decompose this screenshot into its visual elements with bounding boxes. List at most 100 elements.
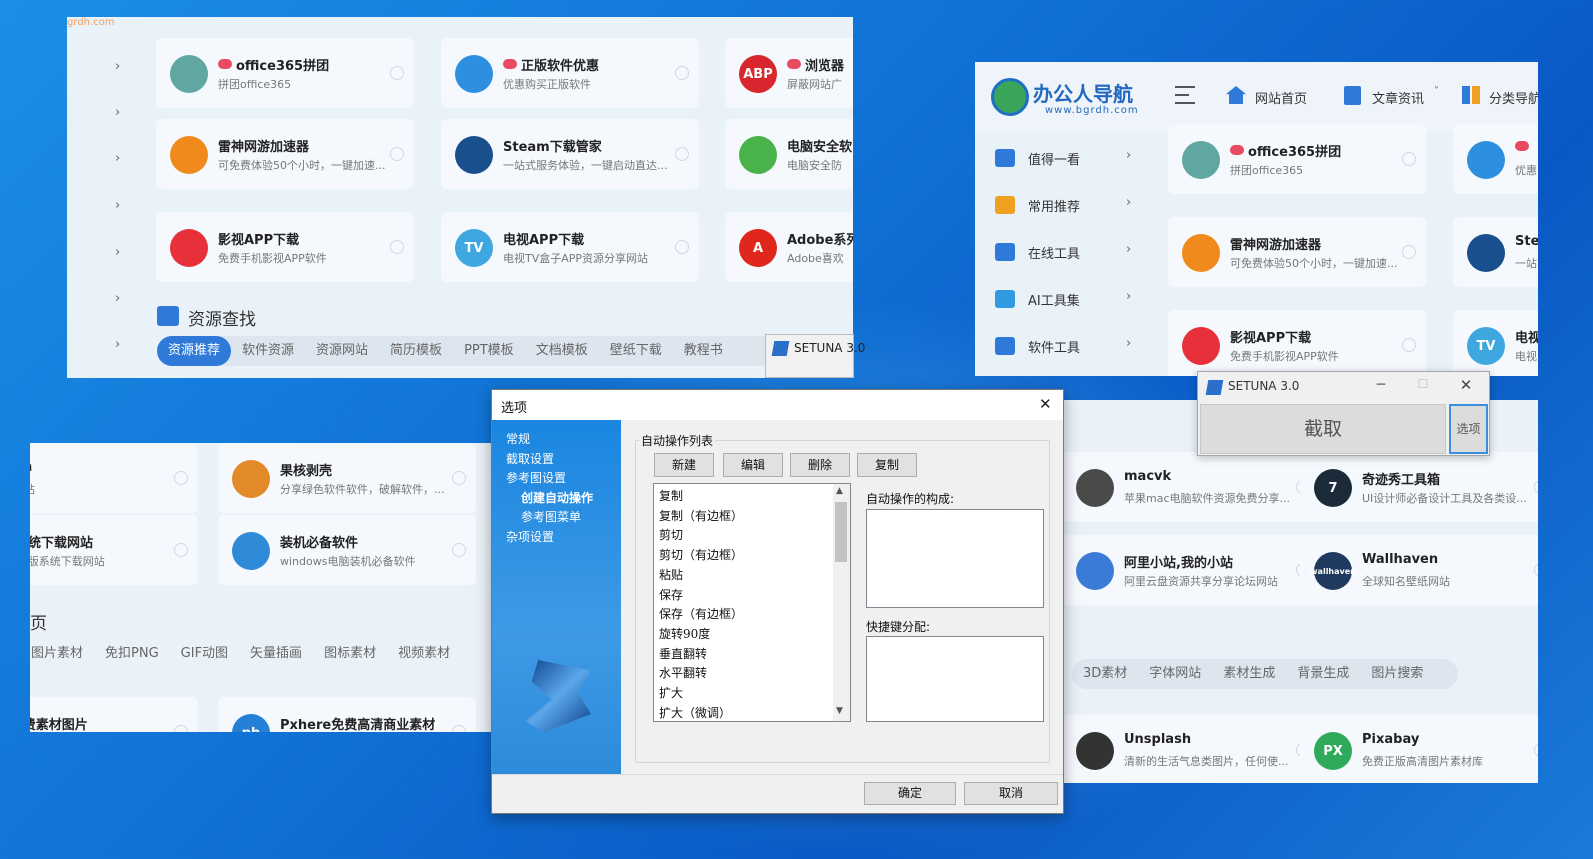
sidebar-item[interactable]: AI工具集 ›	[995, 288, 1135, 312]
site-card[interactable]: ph Pxhere免费高清商业素材	[218, 697, 476, 732]
action-list-item[interactable]: 复制	[659, 487, 683, 504]
nav-link-articles[interactable]: 文章资讯	[1372, 88, 1424, 107]
site-card[interactable]: TV 电视APP下载 电视TV盒子APP资源分享网站	[441, 212, 699, 282]
reference-image-nav-site-4[interactable]: macvk 苹果mac电脑软件资源免费分享... 7 奇迹秀工具箱 UI设计师必…	[1062, 400, 1538, 783]
action-list-item[interactable]: 扩大	[659, 684, 683, 701]
ok-button[interactable]: 确定	[864, 782, 956, 805]
minimize-button[interactable]: ─	[1370, 377, 1392, 397]
arrow-circle-icon[interactable]	[452, 471, 466, 485]
category-tab[interactable]: 视频素材	[387, 639, 461, 669]
site-card[interactable]: Steam下载管家 一站式服务体验，一键启动直达...	[441, 119, 699, 189]
sidebar-item[interactable]: 软件工具 ›	[995, 335, 1135, 359]
category-tab[interactable]: 壁纸下载	[599, 336, 673, 366]
options-nav-item[interactable]: 常规	[506, 430, 530, 447]
category-tab[interactable]: 图标素材	[313, 639, 387, 669]
arrow-circle-icon[interactable]	[452, 543, 466, 557]
action-button[interactable]: 删除	[790, 453, 850, 477]
site-card[interactable]: own 件网站	[30, 443, 198, 513]
shortcut-box[interactable]	[866, 636, 1044, 722]
setuna-main-window[interactable]: SETUNA 3.0 ─ ☐ ✕ 截取 选项	[1197, 371, 1490, 456]
category-tab[interactable]: 资源推荐	[157, 336, 232, 366]
arrow-circle-icon[interactable]	[174, 543, 188, 557]
arrow-circle-icon[interactable]	[1402, 338, 1416, 352]
options-nav-item[interactable]: 杂项设置	[506, 528, 554, 545]
action-list-item[interactable]: 旋转90度	[659, 625, 710, 642]
category-tab[interactable]: 矢量插画	[239, 639, 313, 669]
arrow-circle-icon[interactable]	[1402, 152, 1416, 166]
site-card[interactable]: 版系统下载网站 ws原版系统下载网站	[30, 515, 198, 585]
options-dialog[interactable]: 选项 ✕ 常规 截取设置 参考图设置 创建自动操作 参考图菜单 杂项设置 自动操作列表 新…	[491, 389, 1064, 814]
scrollbar[interactable]: ▲ ▼	[833, 484, 850, 721]
actions-list[interactable]: ▲ ▼ 复制 复制（有边框） 剪切 剪切（有边框） 粘贴 保存 保存（有边框） 旋转90度 垂直…	[653, 483, 851, 722]
action-list-item[interactable]: 保存（有边框）	[659, 605, 743, 622]
site-card[interactable]: 影视APP下载 免费手机影视APP软件	[156, 212, 414, 282]
options-nav-item[interactable]: 参考图菜单	[521, 508, 581, 525]
site-card[interactable]: TV 电视 电视	[1453, 310, 1538, 376]
reference-image-nav-site-1[interactable]: grdh.com › › › › › › › office365拼团 拼团off…	[67, 17, 853, 378]
site-card[interactable]: Unsplash 清新的生活气息类图片，任何使...	[1062, 715, 1320, 783]
site-card[interactable]: 雷神网游加速器 可免费体验50个小时，一键加速...	[156, 119, 414, 189]
site-card[interactable]: wallhaven Wallhaven 全球知名壁纸网站	[1300, 535, 1538, 605]
category-tab[interactable]: 简历模板	[379, 336, 453, 366]
category-tab[interactable]: 资源网站	[305, 336, 379, 366]
cancel-button[interactable]: 取消	[964, 782, 1058, 805]
action-button[interactable]: 编辑	[723, 453, 783, 477]
site-card[interactable]: 电脑安全软 电脑安全防	[725, 119, 853, 189]
scroll-down-icon[interactable]: ▼	[836, 706, 843, 716]
action-button[interactable]: 新建	[654, 453, 714, 477]
site-card[interactable]: 装机必备软件 windows电脑装机必备软件	[218, 515, 476, 585]
arrow-circle-icon[interactable]	[390, 240, 404, 254]
reference-image-nav-site-3[interactable]: own 件网站 果核剥壳 分享绿色软件软件，破解软件，... 版系统下载网站 w…	[30, 443, 492, 732]
reference-image-nav-site-2[interactable]: 办公人导航 www.bgrdh.com 网站首页 文章资讯 ˅ 分类导航 值得一…	[975, 62, 1538, 376]
category-tab[interactable]: 文档模板	[525, 336, 599, 366]
arrow-circle-icon[interactable]	[1534, 743, 1538, 757]
sidebar-item[interactable]: 值得一看 ›	[995, 147, 1135, 171]
options-nav-item[interactable]: 截取设置	[506, 450, 554, 467]
category-tab[interactable]: PPT模板	[453, 336, 525, 366]
action-list-item[interactable]: 垂直翻转	[659, 645, 707, 662]
site-card[interactable]: 影视APP下载 免费手机影视APP软件	[1168, 310, 1426, 376]
arrow-circle-icon[interactable]	[174, 725, 188, 732]
site-card[interactable]: office365拼团 拼团office365	[1168, 124, 1426, 194]
category-tab[interactable]: 图片搜索	[1360, 659, 1434, 689]
site-card[interactable]: 果核剥壳 分享绿色软件软件，破解软件，...	[218, 443, 476, 513]
maximize-button[interactable]: ☐	[1412, 377, 1434, 397]
arrow-circle-icon[interactable]	[1534, 480, 1538, 494]
site-card[interactable]: 正版软件优惠 优惠购买正版软件	[441, 38, 699, 108]
site-card[interactable]: PX Pixabay 免费正版高清图片素材库	[1300, 715, 1538, 783]
site-card[interactable]: 7 奇迹秀工具箱 UI设计师必备设计工具及各类设...	[1300, 452, 1538, 522]
site-card[interactable]: s免费素材图片	[30, 697, 198, 732]
menu-toggle-icon[interactable]	[1175, 86, 1195, 104]
arrow-circle-icon[interactable]	[390, 147, 404, 161]
options-nav-item[interactable]: 创建自动操作	[521, 489, 593, 506]
arrow-circle-icon[interactable]	[1402, 245, 1416, 259]
category-tab[interactable]: 背景生成	[1286, 659, 1360, 689]
category-tab[interactable]: 素材生成	[1212, 659, 1286, 689]
site-card[interactable]: 优惠	[1453, 124, 1538, 194]
action-button[interactable]: 复制	[857, 453, 917, 477]
scroll-thumb[interactable]	[835, 502, 847, 562]
action-list-item[interactable]: 剪切（有边框）	[659, 546, 743, 563]
nav-link-home[interactable]: 网站首页	[1255, 88, 1307, 107]
nav-link-categories[interactable]: 分类导航	[1489, 88, 1538, 107]
category-tab[interactable]: 图片素材	[30, 639, 94, 669]
action-list-item[interactable]: 扩大（微调）	[659, 704, 731, 721]
category-tab[interactable]: 软件资源	[231, 336, 305, 366]
site-card[interactable]: 阿里小站,我的小站 阿里云盘资源共享分享论坛网站	[1062, 535, 1320, 605]
site-card[interactable]: Ste 一站	[1453, 217, 1538, 287]
arrow-circle-icon[interactable]	[675, 147, 689, 161]
scroll-up-icon[interactable]: ▲	[836, 486, 843, 496]
action-list-item[interactable]: 剪切	[659, 526, 683, 543]
site-card[interactable]: ABP 浏览器 屏蔽网站广	[725, 38, 853, 108]
arrow-circle-icon[interactable]	[390, 66, 404, 80]
category-tab[interactable]: 教程书	[673, 336, 734, 366]
action-list-item[interactable]: 保存	[659, 586, 683, 603]
category-tab[interactable]: 字体网站	[1138, 659, 1212, 689]
site-card[interactable]: A Adobe系列 Adobe喜欢	[725, 212, 853, 282]
site-card[interactable]: macvk 苹果mac电脑软件资源免费分享...	[1062, 452, 1320, 522]
arrow-circle-icon[interactable]	[174, 471, 188, 485]
capture-button[interactable]: 截取	[1200, 404, 1446, 454]
arrow-circle-icon[interactable]	[1534, 563, 1538, 577]
close-icon[interactable]: ✕	[1039, 395, 1052, 413]
arrow-circle-icon[interactable]	[675, 66, 689, 80]
